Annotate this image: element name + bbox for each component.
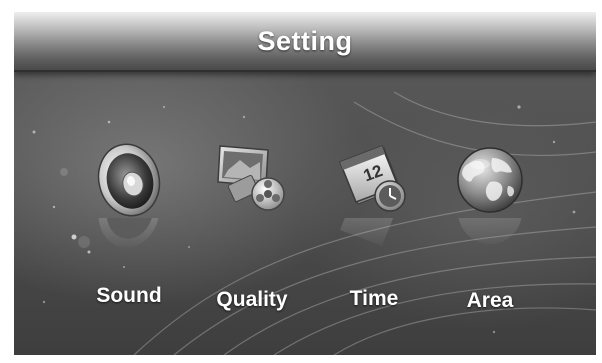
picture-quality-icon-reflection xyxy=(212,218,292,252)
menu-item-label-area: Area xyxy=(466,289,514,312)
menu-item-label-quality: Quality xyxy=(216,288,288,311)
globe-icon-reflection xyxy=(450,218,530,252)
menu-item-area[interactable]: Area xyxy=(430,140,550,340)
calendar-clock-icon-reflection xyxy=(334,218,414,252)
settings-screen: Setting Sound Quality 12 Time Area xyxy=(14,12,596,355)
speaker-icon-reflection xyxy=(89,218,169,252)
calendar-clock-icon: 12 xyxy=(339,145,406,212)
menu-item-time[interactable]: 12 Time xyxy=(314,140,434,340)
picture-quality-icon xyxy=(217,145,285,211)
page-title: Setting xyxy=(257,26,353,56)
menu-item-quality[interactable]: Quality xyxy=(192,140,312,340)
menu-item-label-time: Time xyxy=(349,287,399,310)
globe-icon xyxy=(457,147,523,213)
title-bar: Setting xyxy=(14,12,596,72)
speaker-icon xyxy=(97,143,161,217)
menu-item-label-sound: Sound xyxy=(96,284,162,307)
menu-item-sound[interactable]: Sound xyxy=(69,140,189,340)
